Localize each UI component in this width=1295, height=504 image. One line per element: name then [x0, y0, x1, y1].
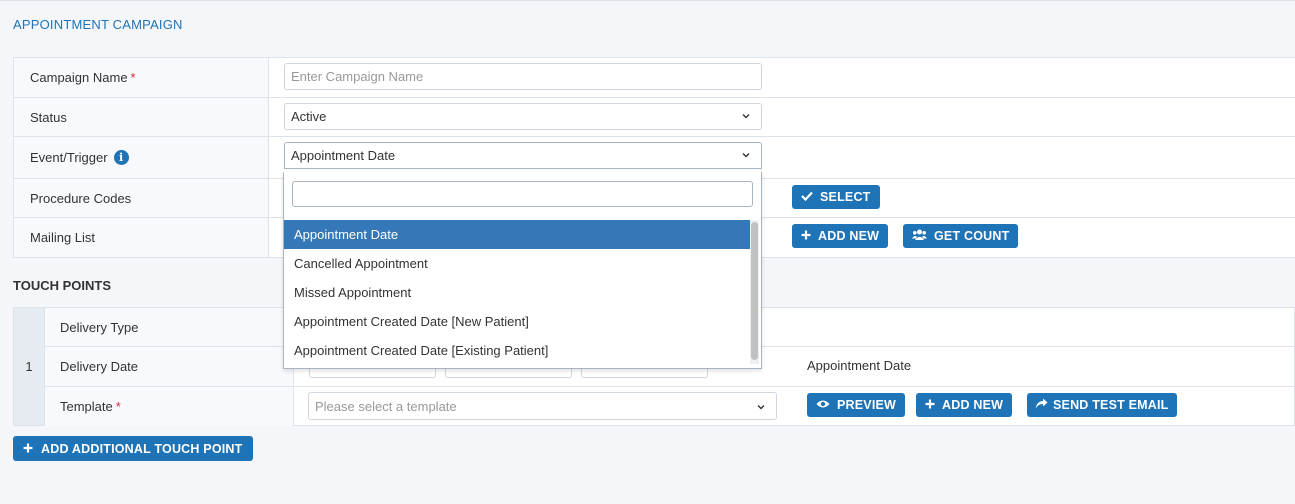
- preview-button-label: PREVIEW: [837, 398, 897, 412]
- preview-button[interactable]: PREVIEW: [807, 393, 906, 417]
- add-new-mailing-button[interactable]: ADD NEW: [792, 224, 889, 248]
- event-trigger-dropdown: Appointment Date Cancelled Appointment M…: [283, 172, 762, 369]
- template-label: Template: [60, 399, 113, 414]
- check-icon: [801, 190, 813, 204]
- plus-icon: [23, 442, 33, 456]
- campaign-name-label-cell: Campaign Name *: [14, 58, 269, 97]
- add-new-button-label: ADD NEW: [942, 398, 1004, 412]
- delivery-date-reference: Appointment Date: [807, 358, 912, 373]
- status-label: Status: [30, 109, 67, 125]
- dropdown-option[interactable]: Appointment Date: [284, 220, 750, 249]
- add-new-button-label: ADD NEW: [818, 229, 880, 243]
- status-value: Active: [291, 109, 327, 124]
- chevron-down-icon: [741, 150, 751, 160]
- template-row: Template * Please select a template PREV…: [45, 387, 1294, 426]
- status-label-cell: Status: [14, 98, 269, 136]
- dropdown-search-input[interactable]: [292, 181, 753, 207]
- mailing-list-label-cell: Mailing List: [14, 218, 269, 257]
- dropdown-option[interactable]: Cancelled Appointment: [284, 249, 750, 278]
- dropdown-scrollbar[interactable]: [750, 220, 759, 364]
- chevron-down-icon: [741, 111, 751, 121]
- event-trigger-value: Appointment Date: [291, 148, 396, 163]
- status-select[interactable]: Active: [284, 103, 762, 130]
- section-title: APPOINTMENT CAMPAIGN: [13, 17, 183, 32]
- required-marker: *: [130, 70, 136, 85]
- event-trigger-label: Event/Trigger: [30, 150, 108, 165]
- campaign-name-input[interactable]: Enter Campaign Name: [284, 63, 762, 90]
- status-value-cell: Active: [269, 98, 1295, 136]
- eye-icon: [816, 398, 830, 412]
- touch-points-title: TOUCH POINTS: [13, 278, 111, 293]
- status-row: Status Active: [14, 98, 1295, 137]
- users-icon: [912, 229, 927, 243]
- dropdown-options-list: Appointment Date Cancelled Appointment M…: [284, 220, 750, 365]
- template-placeholder: Please select a template: [315, 398, 457, 414]
- touch-point-number: 1: [14, 308, 45, 425]
- campaign-name-placeholder: Enter Campaign Name: [291, 69, 424, 84]
- select-button-label: SELECT: [820, 190, 871, 204]
- template-label-cell: Template *: [45, 387, 294, 426]
- send-test-email-button-label: SEND TEST EMAIL: [1053, 398, 1169, 412]
- procedure-codes-label-cell: Procedure Codes: [14, 179, 269, 217]
- get-count-button-label: GET COUNT: [934, 229, 1010, 243]
- info-circle-icon[interactable]: i: [113, 150, 129, 165]
- send-test-email-button[interactable]: SEND TEST EMAIL: [1027, 393, 1177, 417]
- get-count-button[interactable]: GET COUNT: [903, 224, 1019, 248]
- plus-icon: [801, 229, 811, 243]
- event-trigger-label-cell: Event/Trigger i: [14, 137, 269, 178]
- template-select[interactable]: Please select a template: [308, 392, 777, 420]
- campaign-name-value-cell: Enter Campaign Name: [269, 58, 1295, 97]
- delivery-type-label: Delivery Type: [45, 308, 294, 346]
- chevron-down-icon: [756, 402, 766, 412]
- dropdown-option[interactable]: Appointment Created Date [New Patient]: [284, 307, 750, 336]
- add-new-template-button[interactable]: ADD NEW: [916, 393, 1013, 417]
- share-icon: [1035, 398, 1048, 412]
- campaign-name-row: Campaign Name * Enter Campaign Name: [14, 58, 1295, 98]
- required-marker: *: [115, 399, 121, 414]
- campaign-name-label: Campaign Name: [30, 70, 128, 85]
- delivery-date-label: Delivery Date: [45, 347, 294, 386]
- plus-icon: [925, 398, 935, 412]
- select-button[interactable]: SELECT: [792, 185, 880, 209]
- mailing-list-label: Mailing List: [30, 230, 96, 245]
- event-trigger-select[interactable]: Appointment Date: [284, 142, 762, 169]
- dropdown-option[interactable]: Appointment Created Date [Existing Patie…: [284, 336, 750, 365]
- dropdown-option[interactable]: Missed Appointment: [284, 278, 750, 307]
- dropdown-scrollbar-thumb[interactable]: [751, 222, 758, 360]
- add-additional-touch-point-label: ADD ADDITIONAL TOUCH POINT: [41, 441, 243, 456]
- procedure-codes-label: Procedure Codes: [30, 190, 132, 206]
- add-additional-touch-point-button[interactable]: ADD ADDITIONAL TOUCH POINT: [13, 436, 253, 461]
